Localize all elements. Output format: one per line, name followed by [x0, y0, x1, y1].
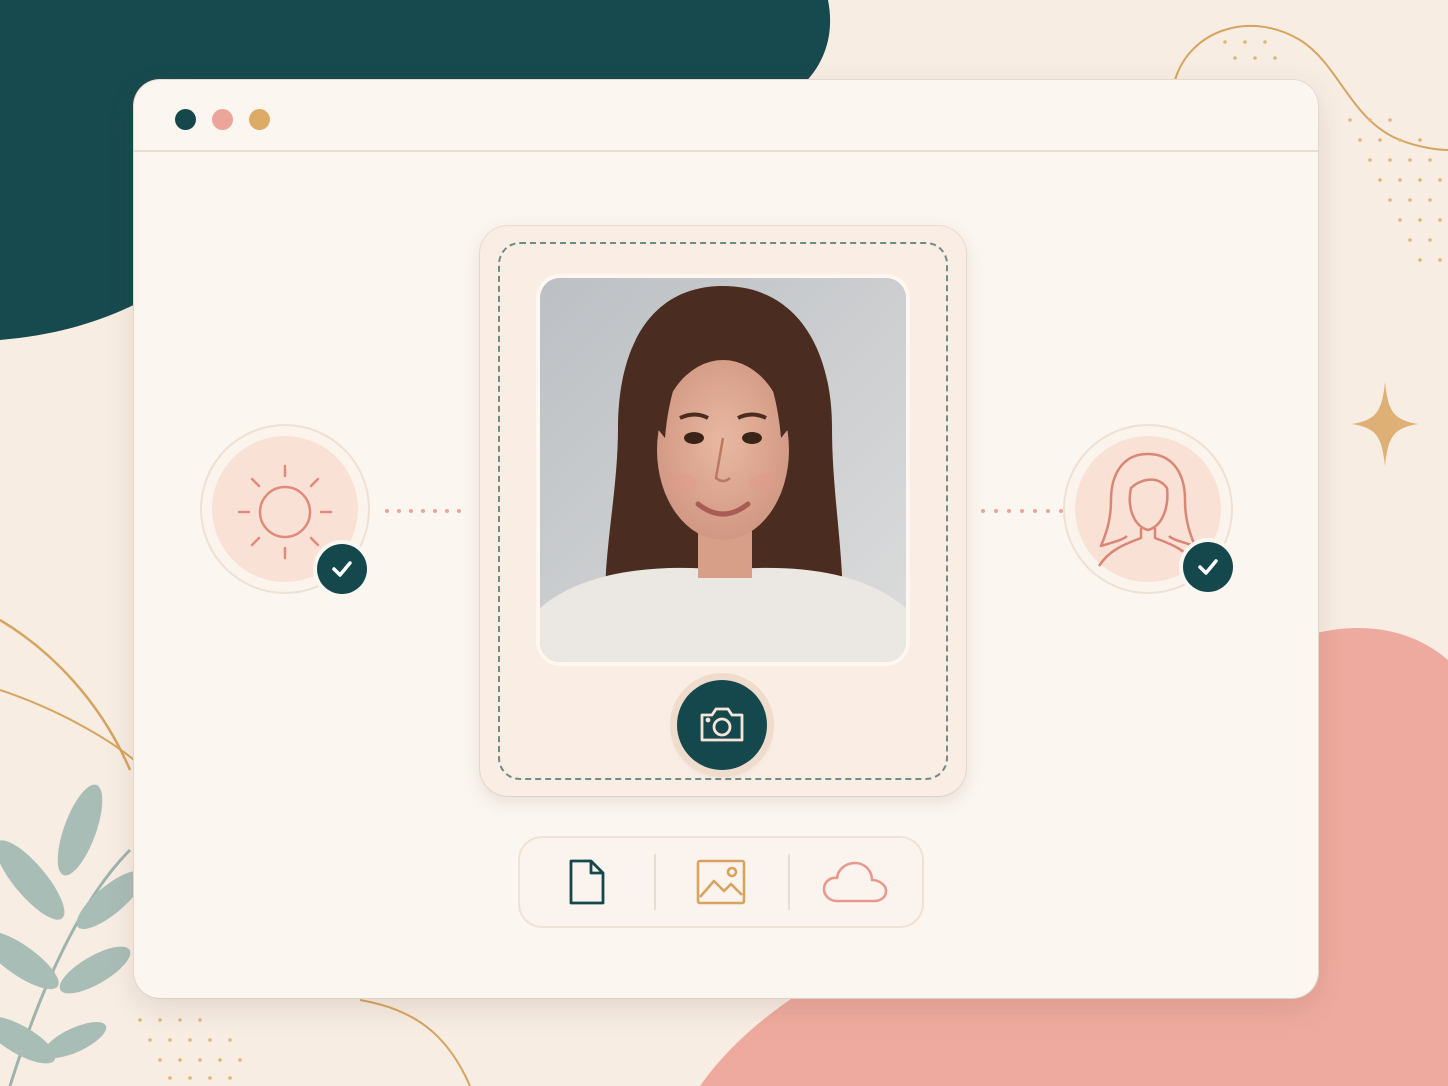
window-titlebar	[134, 80, 1318, 152]
check-icon	[332, 561, 352, 577]
sparkle-icon	[1352, 382, 1418, 466]
window-close-button[interactable]	[175, 109, 196, 130]
upload-image-button[interactable]	[654, 838, 788, 926]
window-maximize-button[interactable]	[249, 109, 270, 130]
right-connector	[981, 509, 1063, 513]
portrait-photo	[540, 278, 906, 662]
window-minimize-button[interactable]	[212, 109, 233, 130]
capture-photo-button[interactable]	[677, 680, 767, 770]
browser-window	[134, 80, 1318, 998]
upload-source-toolbar	[520, 838, 922, 926]
face-check-badge	[1183, 542, 1233, 592]
face-check	[1065, 426, 1233, 592]
lighting-check	[202, 426, 368, 594]
leaf-branch	[0, 784, 144, 1086]
file-icon	[569, 859, 605, 905]
lighting-check-badge	[317, 544, 367, 594]
check-icon	[1198, 559, 1218, 575]
dot-pattern-bottom-left	[138, 1018, 242, 1080]
image-icon	[696, 859, 746, 905]
gold-curve-left-2	[0, 689, 135, 761]
cloud-icon	[822, 861, 888, 903]
photo-upload-card	[480, 226, 966, 796]
upload-file-button[interactable]	[520, 838, 654, 926]
gold-curve-bottom	[359, 999, 471, 1086]
camera-icon	[700, 707, 744, 742]
gold-curve-left	[0, 618, 132, 771]
upload-cloud-button[interactable]	[788, 838, 922, 926]
left-connector	[385, 509, 461, 513]
